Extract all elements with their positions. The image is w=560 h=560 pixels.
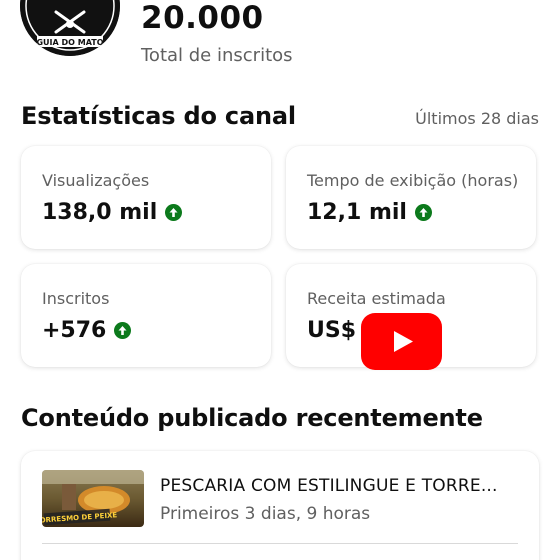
avatar-text: GUIA DO MATO	[36, 38, 103, 47]
channel-dashboard: GUIA DO MATO 20.000 Total de inscritos E…	[0, 0, 560, 560]
subscriber-count: 20.000	[141, 0, 264, 36]
stat-label: Receita estimada	[307, 289, 446, 308]
stat-value: 12,1 mil	[307, 200, 407, 225]
video-title[interactable]: PESCARIA COM ESTILINGUE E TORRE...	[160, 476, 498, 496]
stat-value: +576	[42, 318, 107, 343]
stat-value-row: 12,1 mil	[307, 200, 432, 225]
stat-label: Inscritos	[42, 289, 110, 308]
stat-value: US$	[307, 318, 357, 343]
channel-avatar[interactable]: GUIA DO MATO	[20, 0, 120, 56]
recent-content-card: TORRESMO DE PEIXE PESCARIA COM ESTILINGU…	[21, 451, 539, 560]
recent-section-title: Conteúdo publicado recentemente	[21, 404, 483, 432]
stat-card-subscribers[interactable]: Inscritos +576	[21, 264, 271, 367]
stats-period-selector[interactable]: Últimos 28 dias	[415, 109, 539, 128]
stat-label: Visualizações	[42, 171, 150, 190]
trend-up-icon	[165, 204, 183, 221]
youtube-play-icon[interactable]	[361, 313, 442, 370]
video-meta: Primeiros 3 dias, 9 horas	[160, 504, 371, 524]
stats-section-title: Estatísticas do canal	[21, 102, 296, 130]
stat-label: Tempo de exibição (horas)	[307, 171, 519, 190]
stat-card-watch-time[interactable]: Tempo de exibição (horas) 12,1 mil	[286, 146, 536, 249]
channel-logo-icon: GUIA DO MATO	[20, 0, 120, 56]
stat-value-row: 138,0 mil	[42, 200, 183, 225]
subscriber-label: Total de inscritos	[141, 45, 293, 66]
stat-card-views[interactable]: Visualizações 138,0 mil	[21, 146, 271, 249]
trend-up-icon	[414, 204, 432, 221]
stat-value: 138,0 mil	[42, 200, 158, 225]
divider	[42, 543, 518, 544]
trend-up-icon	[114, 322, 132, 339]
video-thumbnail[interactable]: TORRESMO DE PEIXE	[42, 470, 144, 527]
stat-value-row: US$	[307, 318, 356, 343]
stat-value-row: +576	[42, 318, 132, 343]
